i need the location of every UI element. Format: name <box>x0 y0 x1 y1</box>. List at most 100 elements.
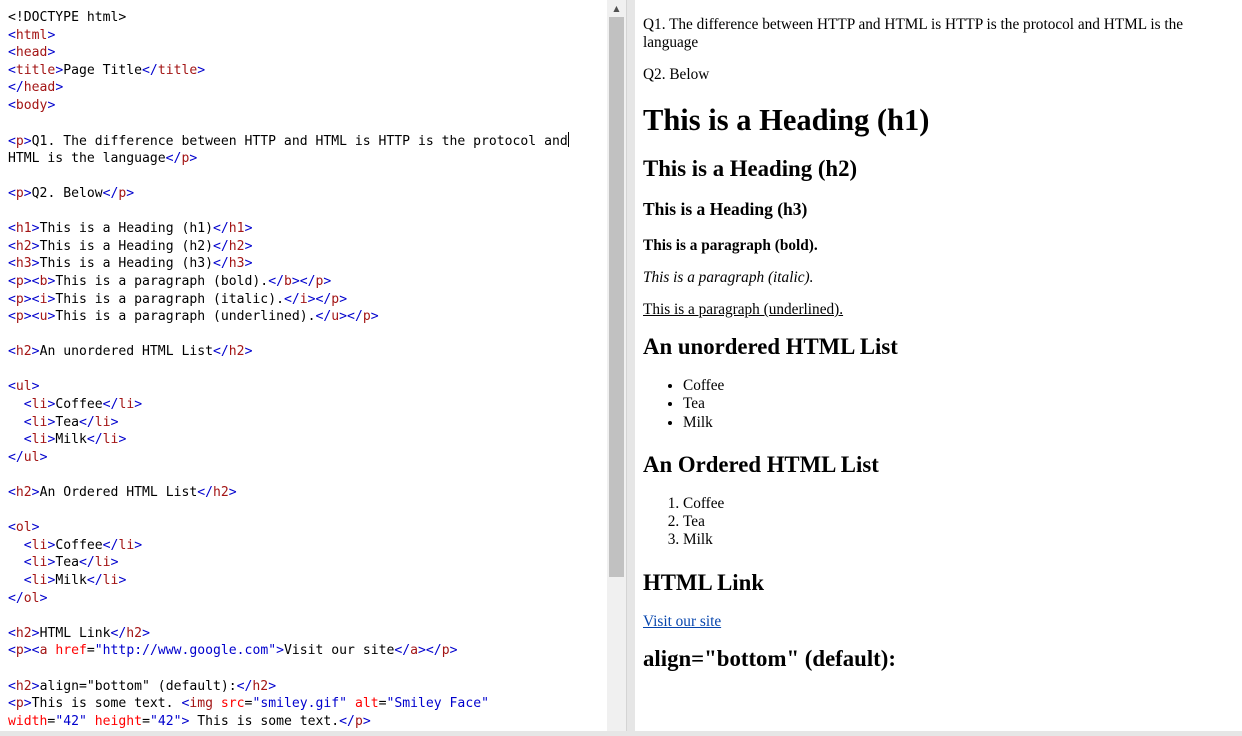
code-token: > <box>47 45 56 61</box>
code-token: < <box>23 555 32 571</box>
code-token: An Ordered HTML List <box>39 485 198 501</box>
unordered-list: Coffee Tea Milk <box>643 377 1229 432</box>
result-content: Q1. The difference between HTTP and HTML… <box>643 16 1229 689</box>
code-token: HTML is the language <box>8 150 166 166</box>
code-line: ​ <box>8 607 604 625</box>
bottom-border <box>0 731 1242 736</box>
code-editor-pane[interactable]: <!DOCTYPE html> <html> <head> <title>Page T… <box>0 0 627 731</box>
heading-h1: This is a Heading (h1) <box>643 103 930 137</box>
code-token: < <box>8 485 16 501</box>
code-token: >< <box>23 291 40 307</box>
code-token: > <box>244 344 253 360</box>
code-token: li <box>118 397 135 413</box>
code-token: p <box>331 291 340 307</box>
list-item: Tea <box>683 395 1229 413</box>
code-token: h2 <box>15 344 32 360</box>
text-cursor <box>567 132 569 148</box>
code-token: </ <box>268 273 284 289</box>
code-token: < <box>8 134 16 150</box>
code-token: </ <box>394 643 411 659</box>
italic-text: This is a paragraph (italic). <box>643 269 814 286</box>
code-line: <h3>This is a Heading (h3)</h3> <box>8 255 604 273</box>
code-line: <head> <box>8 44 604 62</box>
code-token: > <box>339 291 348 307</box>
code-token: i <box>299 291 308 307</box>
code-token: h1 <box>15 221 32 237</box>
result-preview-pane: Q1. The difference between HTTP and HTML… <box>635 0 1242 731</box>
code-line: HTML is the language</p> <box>8 150 604 168</box>
ordered-list: Coffee Tea Milk <box>643 495 1229 550</box>
code-line: <h1>This is a Heading (h1)</h1> <box>8 220 604 238</box>
code-token: </ <box>213 221 229 237</box>
code-token: = <box>142 713 150 729</box>
code-token: > <box>31 625 40 641</box>
code-line: ​ <box>8 115 604 133</box>
code-token: li <box>31 432 48 448</box>
code-token: >< <box>23 643 40 659</box>
q1-paragraph: Q1. The difference between HTTP and HTML… <box>643 16 1184 51</box>
code-token: < <box>8 379 16 395</box>
code-line: <body> <box>8 97 604 115</box>
code-token: </ <box>315 309 332 325</box>
code-token: < <box>8 291 16 307</box>
code-token: p <box>15 291 24 307</box>
code-token: > <box>110 555 119 571</box>
code-token: body <box>15 97 48 113</box>
code-token: > <box>118 432 127 448</box>
code-line: <h2>HTML Link</h2> <box>8 625 604 643</box>
code-token: < <box>8 273 16 289</box>
bold-text: This is a paragraph (bold). <box>643 237 818 254</box>
code-token: < <box>8 97 16 113</box>
code-token: </ <box>8 449 24 465</box>
code-token: < <box>8 520 16 536</box>
code-editor-textarea[interactable]: <!DOCTYPE html> <html> <head> <title>Page T… <box>8 9 604 730</box>
code-token: li <box>94 555 111 571</box>
code-token: < <box>8 27 16 43</box>
code-token: ul <box>15 379 32 395</box>
code-token: title <box>15 62 56 78</box>
code-token: head <box>23 80 56 96</box>
code-token: < <box>8 696 16 712</box>
code-token: h2 <box>15 625 32 641</box>
code-token: Page Title <box>63 62 143 78</box>
code-token: ></ <box>339 309 363 325</box>
code-line: <h2>An unordered HTML List</h2> <box>8 343 604 361</box>
visit-site-link[interactable]: Visit our site <box>643 613 721 630</box>
code-token: < <box>8 221 16 237</box>
code-line: ​ <box>8 326 604 344</box>
code-token: a <box>410 643 419 659</box>
code-token: > <box>449 643 458 659</box>
list-item: Coffee <box>683 495 1229 513</box>
code-token: width <box>8 713 48 729</box>
code-line: width="42" height="42"> This is some tex… <box>8 713 604 731</box>
code-line: <li>Coffee</li> <box>8 396 604 414</box>
code-token: h2 <box>213 485 229 501</box>
code-token: "42" <box>55 713 87 729</box>
q2-paragraph: Q2. Below <box>643 66 710 83</box>
code-token: li <box>31 537 48 553</box>
code-line: <!DOCTYPE html> <box>8 9 604 27</box>
list-item: Milk <box>683 531 1229 549</box>
code-token: < <box>8 344 16 360</box>
code-line: <p><a href="http://www.google.com">Visit… <box>8 642 604 660</box>
code-token: HTML Link <box>39 625 111 641</box>
code-token: < <box>8 256 16 272</box>
code-token: h2 <box>126 625 143 641</box>
code-token: > <box>189 150 198 166</box>
code-line: <ul> <box>8 378 604 396</box>
code-token: > <box>31 221 40 237</box>
code-token: < <box>8 678 16 694</box>
scroll-up-arrow-icon[interactable]: ▲ <box>607 0 626 17</box>
editor-scrollbar[interactable]: ▲ <box>607 0 626 731</box>
code-token: > <box>323 273 332 289</box>
code-token: h2 <box>15 238 32 254</box>
scroll-thumb[interactable] <box>609 17 624 577</box>
code-token: Coffee <box>55 397 103 413</box>
code-token: h1 <box>228 221 245 237</box>
code-token: < <box>23 414 32 430</box>
ordered-list-heading: An Ordered HTML List <box>643 451 879 477</box>
code-token: b <box>283 273 292 289</box>
